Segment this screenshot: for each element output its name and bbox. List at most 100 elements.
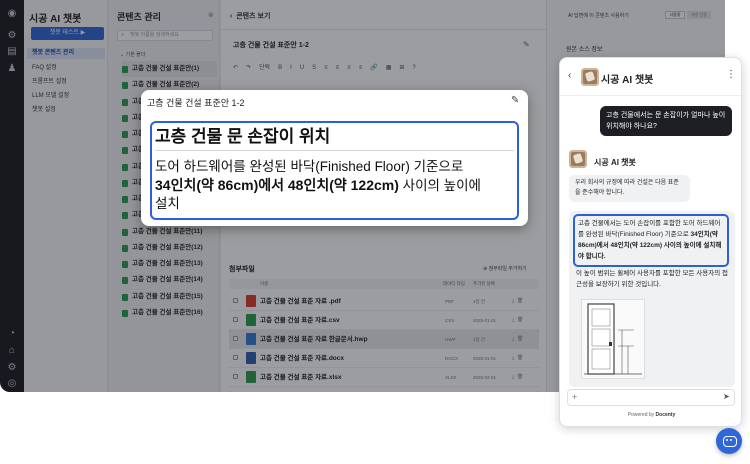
plus-icon[interactable]: +	[572, 392, 577, 402]
document-label: 고층 건물 건설 표준안(15)	[132, 292, 203, 300]
toggle-off-button[interactable]: 사용 안함	[687, 11, 711, 19]
attachments-title: 첨부파일	[229, 266, 255, 273]
document-list-item[interactable]: 고층 건물 건설 표준안(15)	[122, 289, 217, 305]
sidebar-item-content[interactable]: 챗봇 콘텐츠 관리	[27, 48, 105, 59]
document-label: 고층 건물 건설 표준안(1)	[132, 65, 200, 72]
document-list-item[interactable]: 고층 건물 건설 표준안(12)	[122, 240, 217, 256]
document-label: 고층 건물 건설 표준안(11)	[132, 227, 203, 235]
folder-name: 기본 폴더	[125, 52, 146, 58]
send-icon[interactable]: ➤	[723, 392, 730, 401]
users-icon[interactable]: ♟	[6, 63, 18, 75]
back-label: 콘텐츠 보기	[236, 13, 271, 20]
folder-label[interactable]: ⌄ 기본 폴더	[120, 51, 145, 58]
row-checkbox[interactable]	[233, 298, 238, 303]
file-date: 1일 전	[473, 299, 486, 304]
search-icon: ⌕	[121, 32, 125, 38]
app-title: 시공 AI 챗봇	[29, 14, 82, 25]
content-panel-title: 콘텐츠 관리	[117, 12, 161, 22]
file-icon	[246, 371, 256, 383]
file-icon	[246, 352, 256, 364]
toolbar-button[interactable]: ≡	[347, 65, 351, 71]
download-delete-icons[interactable]: ⤓ 🗑	[512, 311, 523, 330]
attachment-row[interactable]: 고층 건물 건설 표준 자료 한글문서.hwp HWP 1일 전 ⤓ 🗑	[229, 330, 539, 349]
sidebar-item-prompt[interactable]: 프롬프트 설정	[27, 77, 105, 88]
toolbar-button[interactable]: ⊞	[399, 65, 404, 71]
search-placeholder: 챗봇 이름을 검색하세요	[130, 32, 179, 38]
file-name: 고층 건물 건설 표준 자료 .pdf	[260, 298, 341, 305]
home-icon[interactable]: ⌂	[6, 345, 18, 357]
logo-icon[interactable]: ◉	[6, 8, 18, 20]
attachment-row[interactable]: 고층 건물 건설 표준 자료 .pdf PDF 1일 전 ⤓ 🗑	[229, 292, 539, 311]
file-date: 2025-02-01	[473, 375, 497, 380]
sidebar-item-faq[interactable]: FAQ 설정	[27, 63, 105, 74]
file-icon	[246, 295, 256, 307]
download-delete-icons[interactable]: ⤓ 🗑	[512, 330, 523, 349]
callout-edit-icon[interactable]: ✎	[511, 95, 519, 106]
row-checkbox[interactable]	[233, 355, 238, 360]
toolbar-button[interactable]: S	[312, 65, 316, 71]
callout-line1: 도어 하드웨어를 완성된 바닥(Finished Floor) 기준으로	[155, 159, 464, 174]
download-delete-icons[interactable]: ⤓ 🗑	[512, 368, 523, 387]
sidebar-item-settings[interactable]: 챗봇 설정	[27, 105, 105, 116]
toolbar-button[interactable]: ↶	[233, 65, 238, 71]
download-delete-icons[interactable]: ⤓ 🗑	[512, 292, 523, 311]
inbox-icon[interactable]: ▤	[6, 46, 18, 58]
collapse-icon[interactable]: ⊗	[208, 11, 214, 19]
file-name: 고층 건물 건설 표준 자료.csv	[260, 317, 340, 324]
document-icon	[122, 163, 128, 171]
chat-header: ‹ 시공 AI 챗봇 ⋮	[560, 58, 741, 96]
toggle-on-button[interactable]: 사용중	[665, 11, 685, 19]
document-icon	[122, 114, 128, 122]
row-checkbox[interactable]	[233, 374, 238, 379]
file-type: CSV	[445, 318, 455, 323]
settings-icon[interactable]: ⚙	[6, 362, 18, 374]
highlight-box: 고층 건물 문 손잡이 위치 도어 하드웨어를 완성된 바닥(Finished …	[150, 121, 519, 220]
attachment-row[interactable]: 고층 건물 건설 표준 자료.csv CSV 2025-01-01 ⤓ 🗑	[229, 311, 539, 330]
more-icon[interactable]: ⋮	[726, 69, 736, 80]
sidebar-item-llm[interactable]: LLM 모델 설정	[27, 91, 105, 102]
content-search-input[interactable]: ⌕ 챗봇 이름을 검색하세요	[117, 30, 213, 41]
row-checkbox[interactable]	[233, 317, 238, 322]
toolbar-button[interactable]: ≡	[359, 65, 363, 71]
toolbar-button[interactable]: 단락	[259, 65, 270, 71]
row-checkbox[interactable]	[233, 336, 238, 341]
chatbot-test-button[interactable]: 챗봇 테스트 ▶	[31, 27, 104, 40]
file-name: 고층 건물 건설 표준 자료.xlsx	[260, 374, 342, 381]
profile-icon[interactable]: ◎	[6, 378, 18, 390]
toolbar-button[interactable]: U	[300, 65, 304, 71]
document-list-item[interactable]: 고층 건물 건설 표준안(16)	[122, 305, 217, 321]
bell-icon[interactable]: ◔	[6, 328, 18, 340]
file-date: 2025-01-01	[473, 356, 497, 361]
bot-icon[interactable]: ⚙	[6, 30, 18, 42]
attachment-row[interactable]: 고층 건물 건설 표준 자료.xlsx XLSX 2025-02-01 ⤓ 🗑	[229, 368, 539, 387]
document-list-item[interactable]: 고층 건물 건설 표준안(13)	[122, 256, 217, 272]
chat-launcher-button[interactable]	[716, 428, 742, 454]
bot-avatar-small	[569, 150, 587, 168]
document-list-item[interactable]: 고층 건물 건설 표준안(14)	[122, 272, 217, 288]
callout-title: 고층 건물 건설 표준안 1-2	[147, 98, 245, 108]
callout-line3: 설치	[155, 196, 180, 211]
file-date: 1일 전	[473, 337, 486, 342]
toolbar-button[interactable]: ▦	[386, 65, 392, 71]
toolbar-button[interactable]: ?	[412, 65, 415, 71]
document-icon	[122, 179, 128, 187]
add-attachment-button[interactable]: ⊕ 첨부파일 추가하기	[483, 265, 527, 272]
toolbar-button[interactable]: ≡	[336, 65, 340, 71]
back-button[interactable]: ‹ 콘텐츠 보기	[230, 11, 270, 21]
download-delete-icons[interactable]: ⤓ 🗑	[512, 349, 523, 368]
document-icon	[122, 212, 128, 220]
document-list-item[interactable]: 고층 건물 건설 표준안(1)	[122, 61, 217, 78]
toolbar-button[interactable]: B	[278, 65, 282, 71]
document-title: 고층 건물 건설 표준안 1-2	[233, 42, 309, 49]
toolbar-button[interactable]: ↷	[246, 65, 251, 71]
attachments-header: 이름 데이터 타입 추가된 날짜	[229, 279, 539, 289]
chat-input[interactable]: + ➤	[567, 389, 735, 406]
edit-icon[interactable]: ✎	[523, 40, 530, 49]
bot-name: 시공 AI 챗봇	[594, 158, 636, 167]
toolbar-button[interactable]: I	[290, 65, 292, 71]
attachment-row[interactable]: 고층 건물 건설 표준 자료.docx DOCX 2025-01-01 ⤓ 🗑	[229, 349, 539, 368]
toolbar-button[interactable]: 🔗	[370, 65, 377, 71]
toolbar-button[interactable]: ≡	[324, 65, 328, 71]
document-icon	[122, 261, 128, 268]
chevron-left-icon[interactable]: ‹	[568, 70, 571, 81]
